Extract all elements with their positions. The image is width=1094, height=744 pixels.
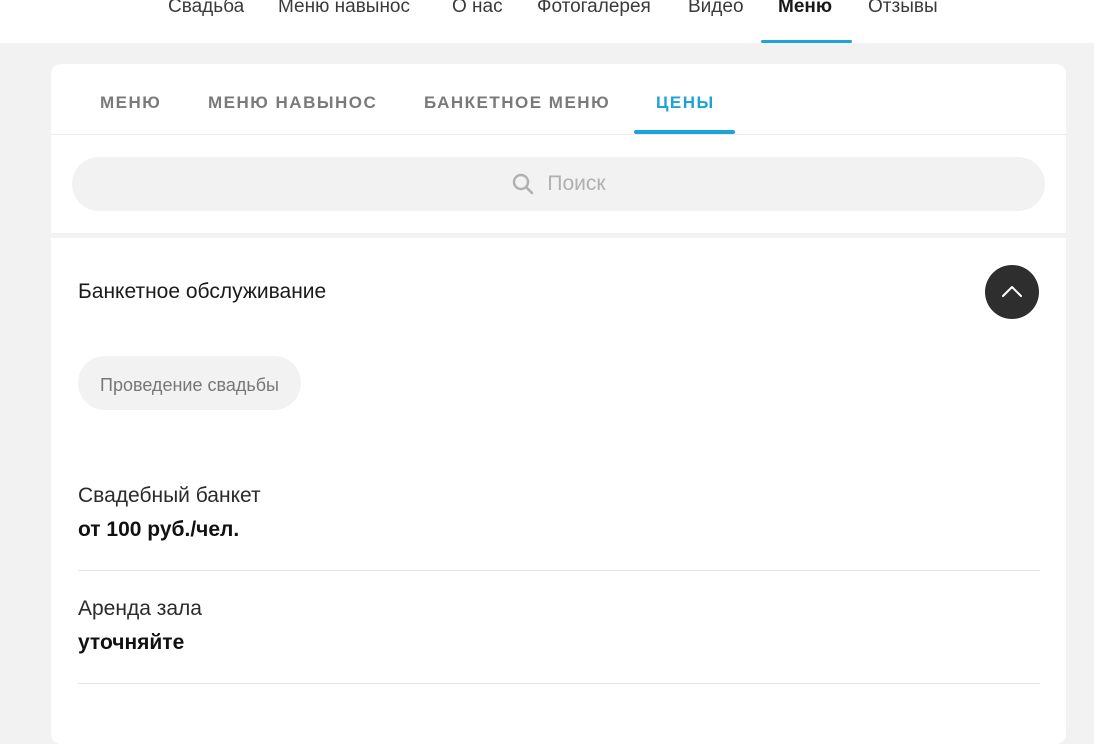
price-value: уточняйте [78, 631, 185, 654]
menu-tabs: МЕНЮ МЕНЮ НАВЫНОС БАНКЕТНОЕ МЕНЮ ЦЕНЫ [51, 64, 1066, 135]
nav-item-menu[interactable]: Меню [778, 0, 832, 43]
tab-menu[interactable]: МЕНЮ [100, 64, 161, 134]
nav-item-wedding[interactable]: Свадьба [168, 0, 244, 43]
tab-banquet-menu[interactable]: БАНКЕТНОЕ МЕНЮ [424, 64, 610, 134]
search-placeholder: Поиск [547, 172, 606, 195]
tab-takeaway-menu[interactable]: МЕНЮ НАВЫНОС [208, 64, 377, 134]
tab-prices[interactable]: ЦЕНЫ [656, 64, 715, 134]
section-divider [51, 233, 1066, 238]
menu-card: МЕНЮ МЕНЮ НАВЫНОС БАНКЕТНОЕ МЕНЮ ЦЕНЫ По… [51, 64, 1066, 744]
collapse-button[interactable] [985, 265, 1039, 319]
chevron-up-icon [1002, 286, 1022, 297]
section-title: Банкетное обслуживание [78, 280, 327, 303]
price-name: Свадебный банкет [78, 484, 261, 507]
nav-item-takeaway-menu[interactable]: Меню навынос [278, 0, 410, 43]
price-name: Аренда зала [78, 597, 202, 620]
nav-item-about[interactable]: О нас [452, 0, 503, 43]
price-value: от 100 руб./чел. [78, 518, 240, 541]
price-row: Аренда зала уточняйте [78, 597, 1040, 684]
nav-item-gallery[interactable]: Фотогалерея [537, 0, 651, 43]
top-navigation: Свадьба Меню навынос О нас Фотогалерея В… [0, 0, 1094, 43]
nav-active-indicator [761, 40, 852, 43]
nav-item-video[interactable]: Видео [688, 0, 744, 43]
tab-active-indicator [634, 130, 735, 134]
search-input[interactable]: Поиск [72, 157, 1045, 211]
search-icon [511, 172, 535, 196]
filter-chip-wedding[interactable]: Проведение свадьбы [78, 356, 301, 410]
nav-item-reviews[interactable]: Отзывы [868, 0, 938, 43]
price-row: Свадебный банкет от 100 руб./чел. [78, 484, 1040, 571]
